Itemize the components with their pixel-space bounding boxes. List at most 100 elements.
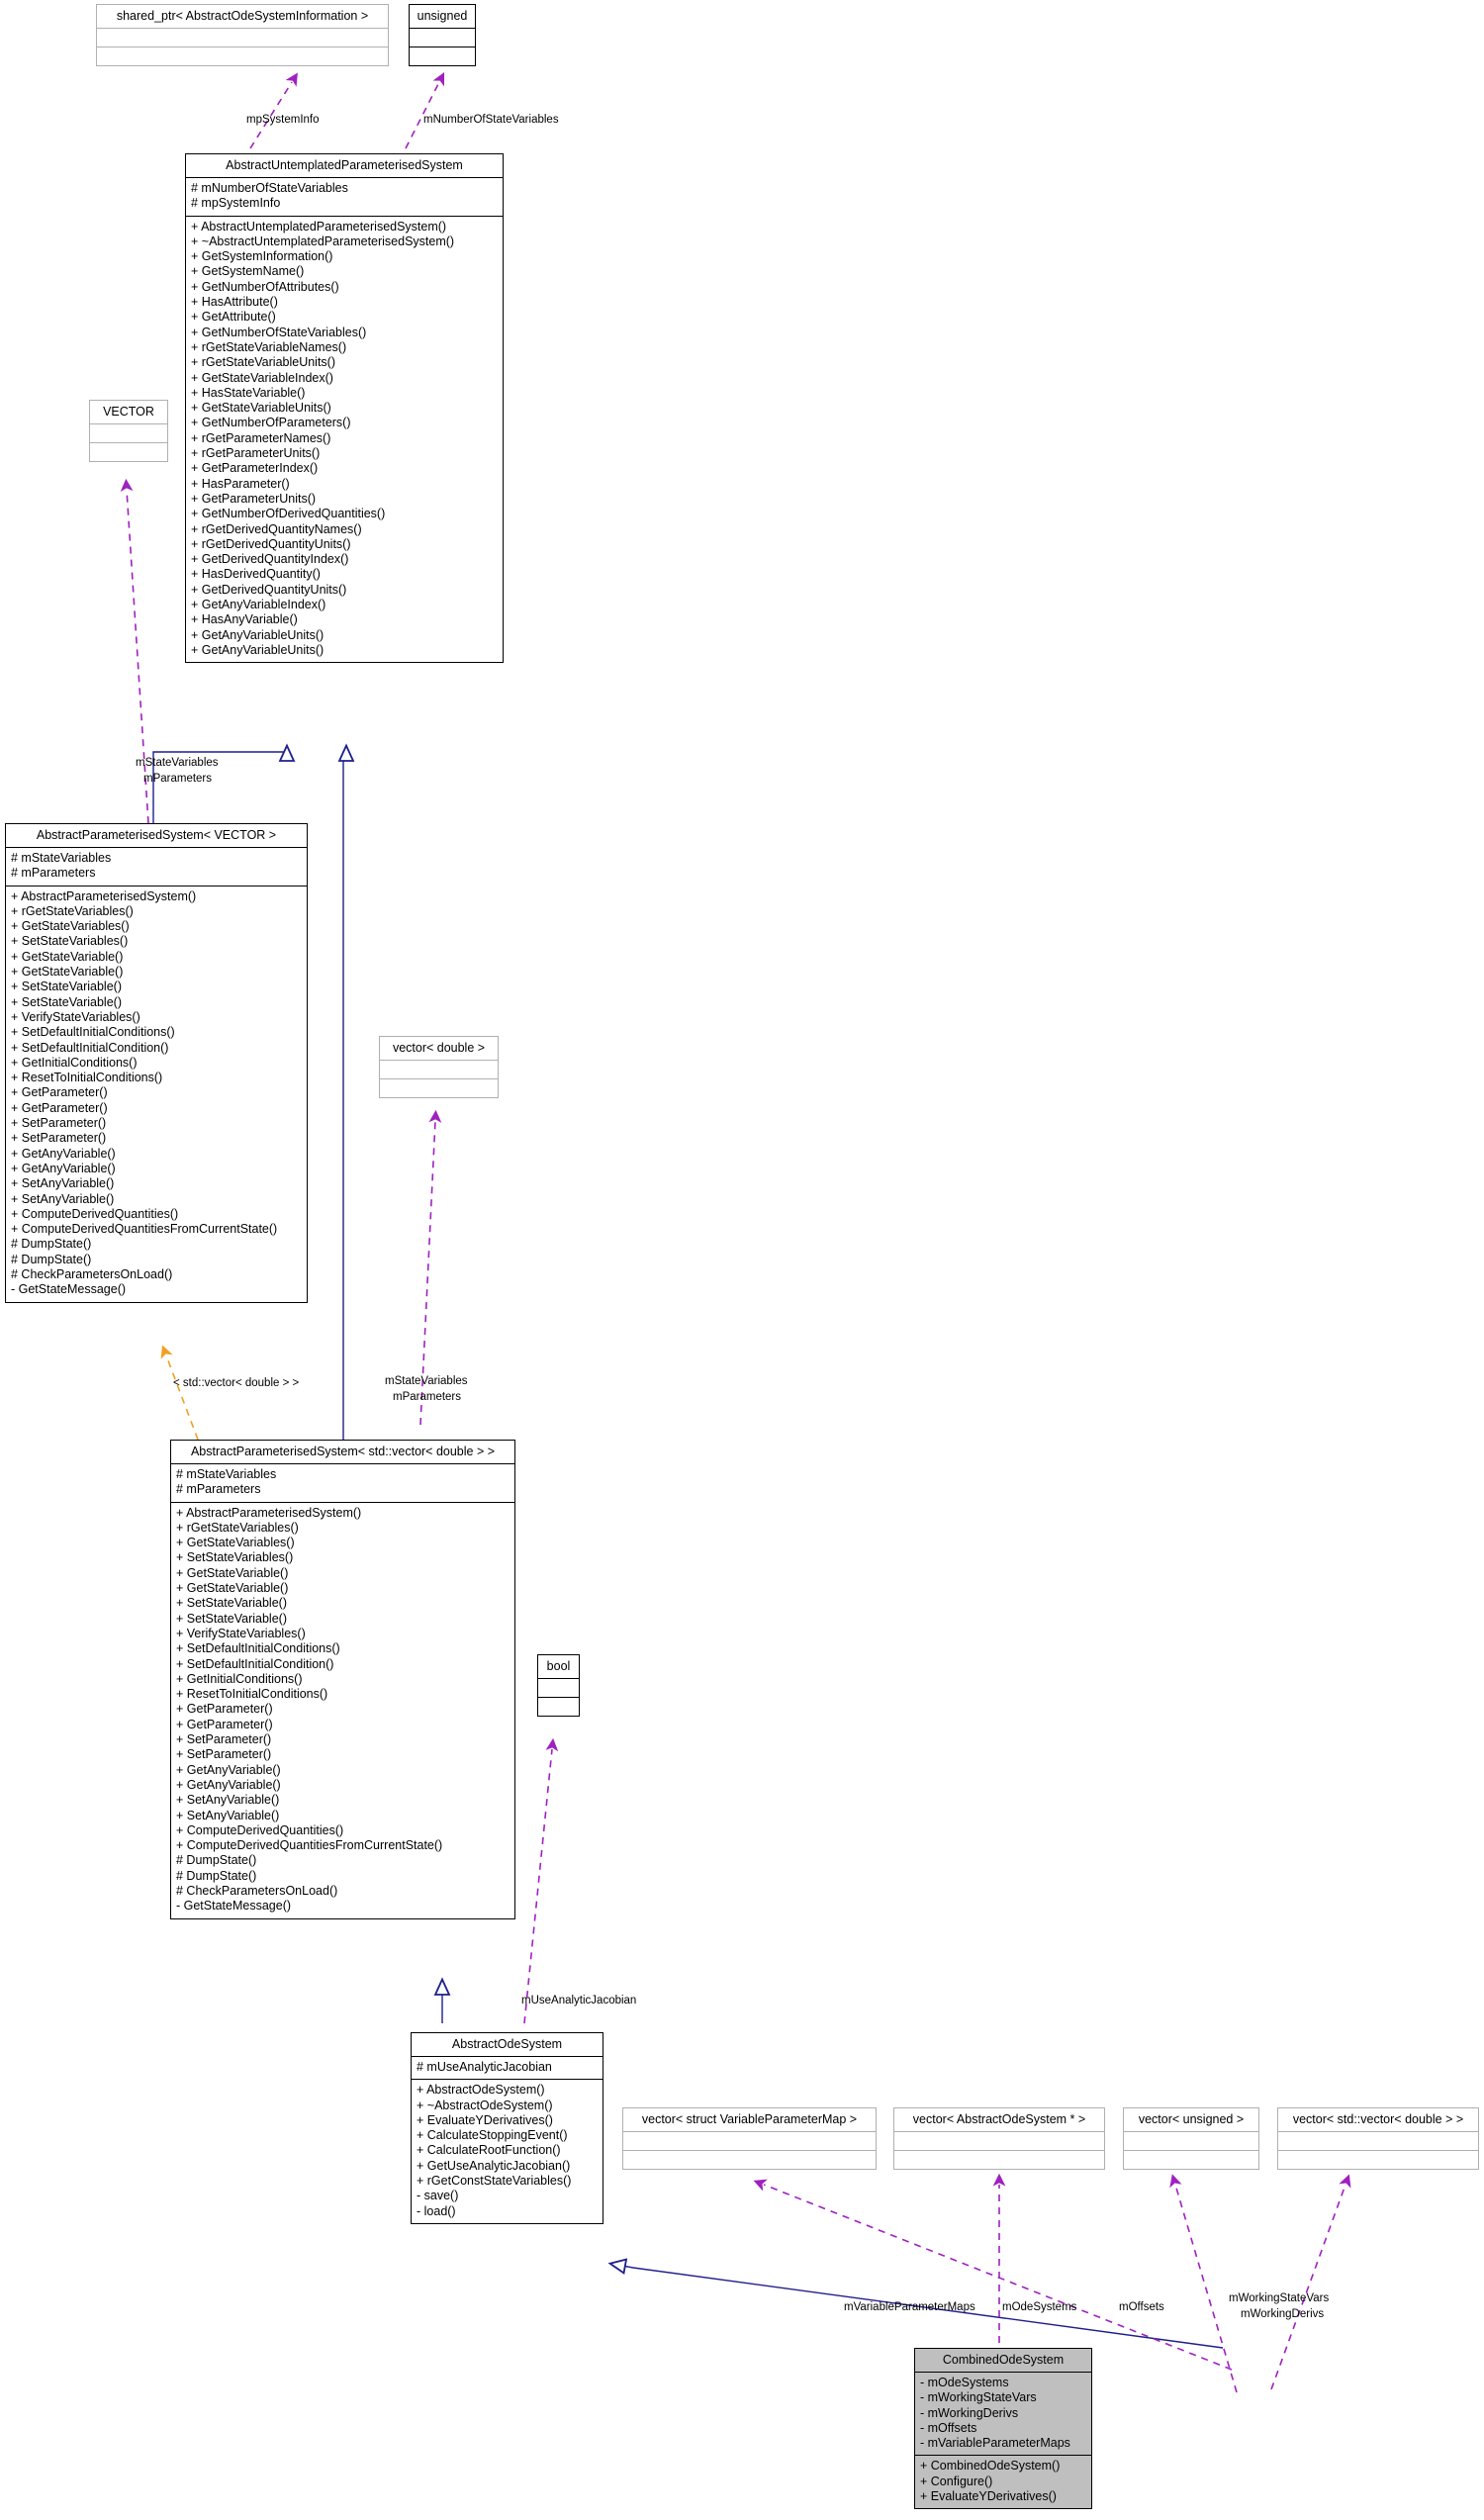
method-row: + ComputeDerivedQuantitiesFromCurrentSta… [11,1222,278,1237]
method-row: + AbstractParameterisedSystem() [176,1505,362,1520]
method-row: + GetParameterUnits() [191,491,317,506]
node-title: CombinedOdeSystem [915,2349,1091,2373]
edge-mUseAnalyticJacobian [523,1737,559,2024]
attribute-row: - mWorkingStateVars [920,2390,1037,2405]
method-row: + GetStateVariables() [176,1536,295,1550]
node-attributes-section [1124,2132,1258,2151]
method-row: + AbstractUntemplatedParameterisedSystem… [191,219,447,233]
node-vector-abstract-ode-system-pointer: vector< AbstractOdeSystem * > [893,2107,1105,2170]
method-row: + rGetParameterUnits() [191,446,321,461]
edge-label-mpSystemInfo: mpSystemInfo [246,114,320,126]
method-row: + VerifyStateVariables() [11,1009,140,1024]
method-row: - GetStateMessage() [11,1282,127,1297]
node-attributes-section [90,424,167,443]
node-methods-section [538,1698,579,1716]
method-row: + SetParameter() [11,1131,107,1146]
method-row: + GetStateVariableIndex() [191,370,333,385]
method-row: + SetDefaultInitialConditions() [176,1641,340,1656]
attribute-row: # mParameters [176,1482,261,1497]
method-row: # DumpState() [176,1853,257,1868]
node-methods-section [894,2151,1104,2169]
method-row: + CalculateRootFunction() [417,2143,561,2158]
node-vector-template-param: VECTOR [89,400,168,462]
method-row: + SetDefaultInitialCondition() [11,1040,169,1055]
node-title: AbstractParameterisedSystem< std::vector… [171,1441,514,1464]
node-attributes-section [623,2132,876,2151]
method-row: + CombinedOdeSystem() [920,2459,1061,2473]
method-row: + HasStateVariable() [191,385,306,400]
method-row: + HasParameter() [191,476,290,491]
attribute-row: - mWorkingDerivs [920,2405,1019,2420]
method-row: + ~AbstractUntemplatedParameterisedSyste… [191,233,455,248]
method-row: # DumpState() [11,1252,92,1266]
method-row: + GetUseAnalyticJacobian() [417,2158,571,2173]
node-title: shared_ptr< AbstractOdeSystemInformation… [97,5,388,29]
attribute-row: # mParameters [11,866,96,881]
method-row: + SetStateVariables() [176,1550,294,1565]
node-title: vector< double > [380,1037,498,1061]
method-row: + rGetStateVariableNames() [191,339,347,354]
method-row: + SetStateVariable() [176,1611,287,1626]
node-methods-section [1124,2151,1258,2169]
method-row: + SetStateVariables() [11,934,129,949]
method-row: + GetAnyVariable() [11,1161,116,1175]
method-row: + GetInitialConditions() [11,1055,138,1070]
node-methods-section [380,1079,498,1097]
attribute-row: - mOffsets [920,2420,977,2435]
node-attributes-section: # mNumberOfStateVariables # mpSystemInfo [186,178,503,217]
method-row: + GetAnyVariable() [11,1146,116,1161]
method-row: # CheckParametersOnLoad() [11,1267,173,1282]
method-row: # DumpState() [176,1868,257,1883]
attribute-row: - mOdeSystems [920,2376,1009,2389]
node-title: vector< AbstractOdeSystem * > [894,2108,1104,2132]
method-row: + GetParameter() [176,1717,273,1731]
node-abstract-parameterised-system-vector: AbstractParameterisedSystem< VECTOR > # … [5,823,308,1303]
node-title: vector< std::vector< double > > [1278,2108,1478,2132]
edge-label-mWorkingStateVars: mWorkingStateVars [1229,2292,1330,2304]
method-row: + ComputeDerivedQuantitiesFromCurrentSta… [176,1838,443,1853]
method-row: + SetParameter() [11,1116,107,1131]
method-row: + GetAnyVariable() [176,1777,281,1792]
method-row: + EvaluateYDerivatives() [920,2489,1057,2504]
attribute-row: # mpSystemInfo [191,196,281,211]
method-row: + GetSystemName() [191,264,305,279]
node-attributes-section [538,1679,579,1698]
method-row: + GetAnyVariable() [176,1762,281,1777]
node-attributes-section: # mUseAnalyticJacobian [412,2057,603,2081]
attribute-row: # mNumberOfStateVariables [191,181,348,195]
method-row: + GetInitialConditions() [176,1671,303,1686]
method-row: + rGetStateVariables() [11,903,134,918]
method-row: + GetNumberOfParameters() [191,416,351,430]
method-row: + GetNumberOfDerivedQuantities() [191,507,386,521]
method-row: + GetStateVariable() [176,1581,289,1596]
edge-label-mStateVariables-middle: mStateVariables [385,1375,468,1387]
node-title: unsigned [410,5,475,29]
edge-label-mParameters-middle: mParameters [393,1391,462,1403]
node-methods-section: + AbstractParameterisedSystem() + rGetSt… [171,1503,514,1918]
method-row: + ResetToInitialConditions() [11,1071,163,1085]
method-row: + ComputeDerivedQuantities() [11,1206,179,1221]
node-attributes-section [380,1061,498,1079]
method-row: - load() [417,2203,456,2218]
node-title: vector< struct VariableParameterMap > [623,2108,876,2132]
node-attributes-section [1278,2132,1478,2151]
node-attributes-section [97,29,388,47]
method-row: + GetStateVariable() [11,949,124,964]
method-row: + SetStateVariable() [11,980,122,994]
method-row: + SetParameter() [176,1747,272,1762]
method-row: + GetDerivedQuantityUnits() [191,582,347,597]
method-row: + VerifyStateVariables() [176,1626,306,1640]
method-row: + HasAnyVariable() [191,612,298,627]
node-methods-section: + AbstractUntemplatedParameterisedSystem… [186,217,503,663]
edge-mWorkingStateVars-mWorkingDerivs [1270,2174,1351,2390]
method-row: + rGetDerivedQuantityNames() [191,521,362,536]
method-row: + SetAnyVariable() [176,1793,280,1808]
node-methods-section [90,443,167,461]
node-bool: bool [537,1654,580,1717]
method-row: + SetAnyVariable() [11,1191,115,1206]
node-attributes-section: # mStateVariables # mParameters [171,1464,514,1503]
node-title: bool [538,1655,579,1679]
node-combined-ode-system: CombinedOdeSystem - mOdeSystems - mWorki… [914,2348,1092,2510]
node-vector-struct-variable-parameter-map: vector< struct VariableParameterMap > [622,2107,877,2170]
method-row: + Configure() [920,2473,993,2488]
